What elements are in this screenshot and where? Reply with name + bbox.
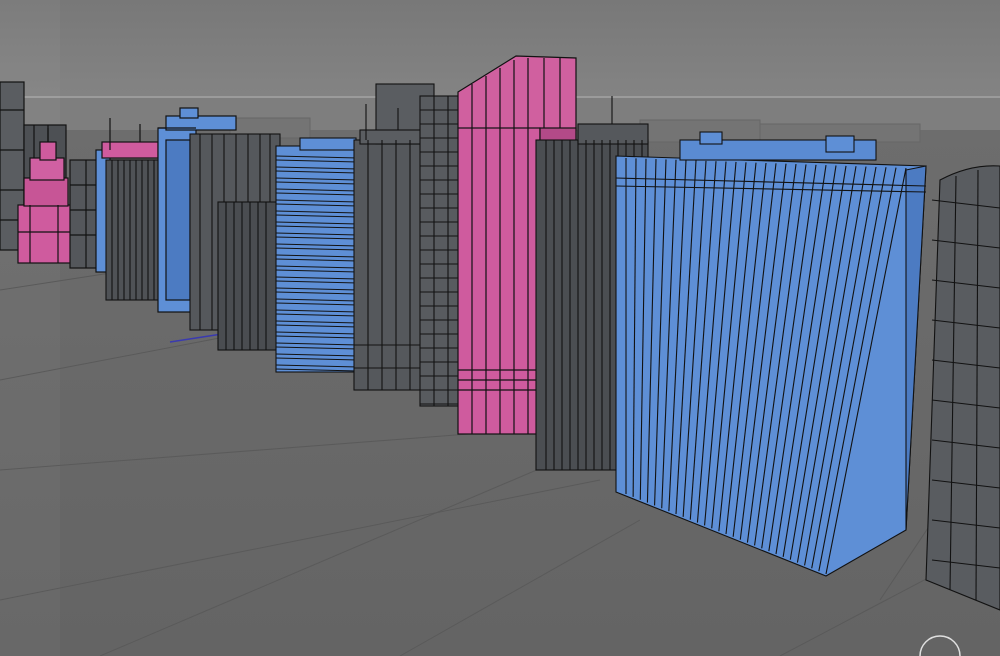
building-large-blue-block[interactable]	[615, 131, 927, 577]
building-short-grey-block[interactable]	[217, 201, 279, 351]
building-blue-ribbed-tower[interactable]	[275, 137, 359, 373]
scene-canvas[interactable]	[0, 0, 1000, 656]
building-grey-slab-tower[interactable]	[105, 159, 167, 301]
3d-viewport[interactable]	[0, 0, 1000, 656]
building-grey-grid-tower[interactable]	[419, 95, 463, 407]
